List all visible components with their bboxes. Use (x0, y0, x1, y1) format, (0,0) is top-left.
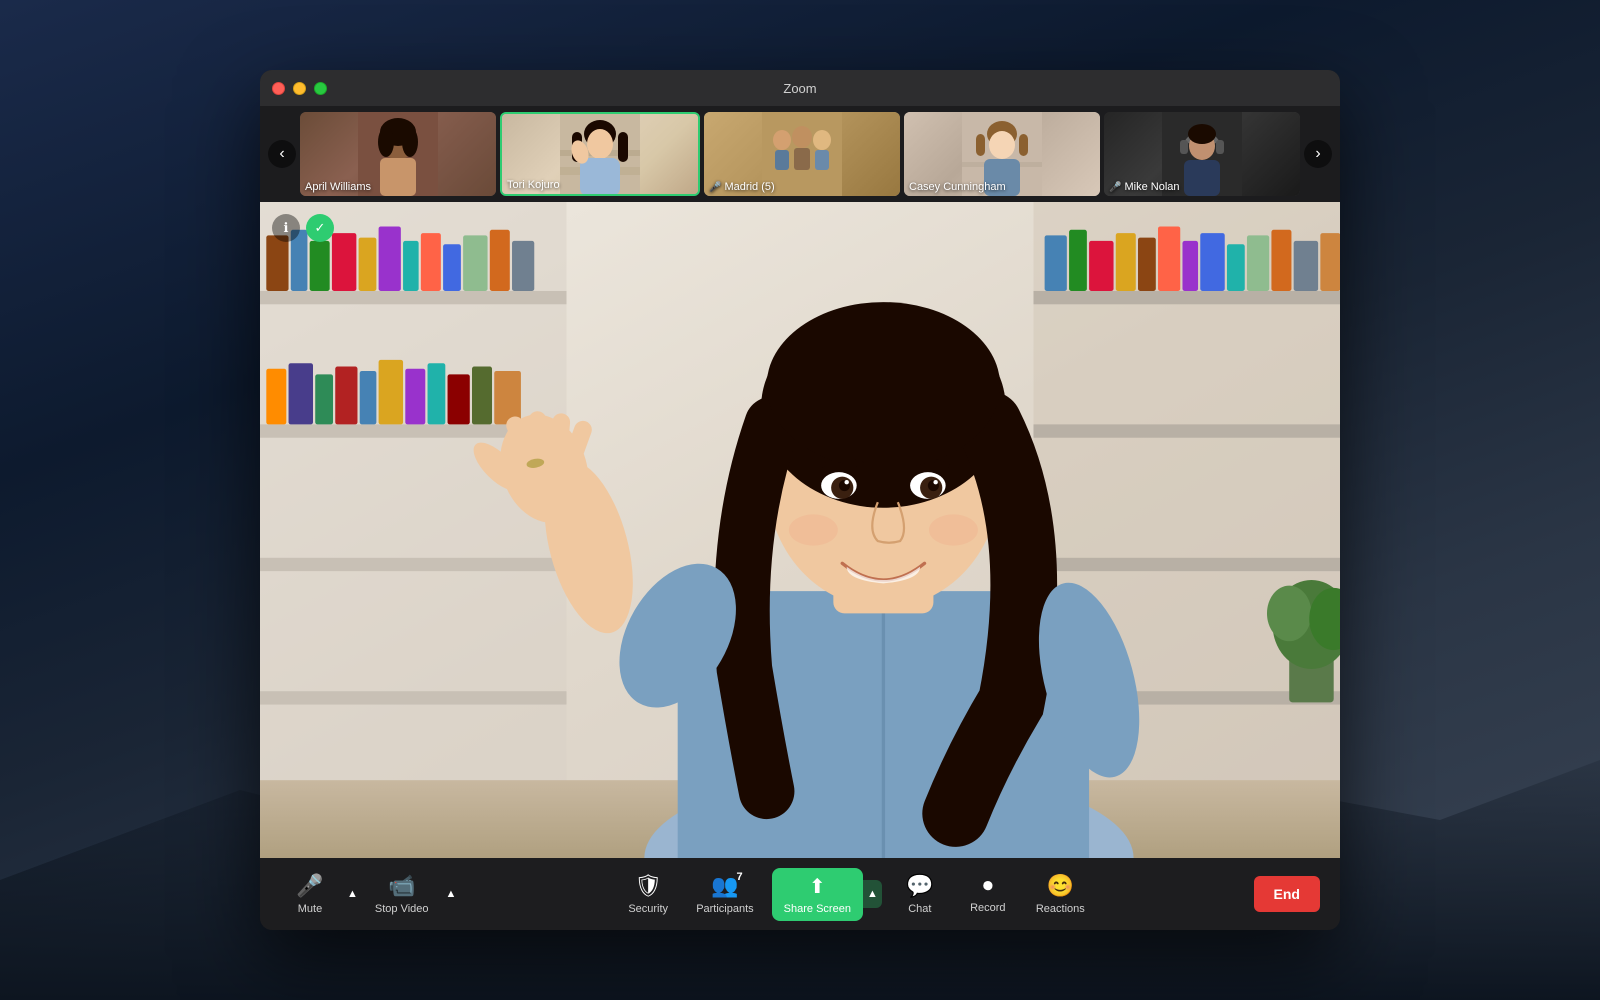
thumbnail-label-madrid: 🎤 Madrid (5) (709, 181, 775, 193)
chat-button[interactable]: 💬 Chat (890, 867, 950, 921)
video-icon: 📹 (388, 873, 415, 899)
stop-video-label: Stop Video (375, 903, 429, 915)
security-button[interactable]: 🛡 Security (618, 867, 678, 921)
thumbnail-label-tori: Tori Kojuro (507, 179, 560, 191)
next-nav-button[interactable]: › (1304, 140, 1332, 168)
maximize-button[interactable] (314, 82, 327, 95)
thumbnail-label-april: April Williams (305, 181, 371, 193)
main-video-area: ℹ ✓ (260, 202, 1340, 858)
thumbnail-casey-cunningham[interactable]: Casey Cunningham (904, 112, 1100, 196)
reactions-label: Reactions (1036, 903, 1085, 915)
thumbnail-strip: ‹ April (260, 106, 1340, 202)
mute-button[interactable]: 🎤 Mute (280, 867, 340, 921)
participants-button[interactable]: 👥7 Participants (686, 867, 763, 921)
reactions-icon: 😊 (1047, 873, 1074, 899)
close-button[interactable] (272, 82, 285, 95)
thumbnail-label-casey: Casey Cunningham (909, 181, 1006, 193)
bookshelf-background (260, 202, 1340, 858)
security-label: Security (628, 903, 668, 915)
share-screen-button[interactable]: ⬆ Share Screen (772, 868, 863, 921)
prev-nav-button[interactable]: ‹ (268, 140, 296, 168)
zoom-window: Zoom ‹ (260, 70, 1340, 930)
titlebar: Zoom (260, 70, 1340, 106)
thumbnail-mike-nolan[interactable]: 🎤 Mike Nolan (1104, 112, 1300, 196)
end-button[interactable]: End (1254, 876, 1320, 912)
record-button[interactable]: ⏺ Record (958, 869, 1018, 920)
record-icon: ⏺ (983, 875, 993, 898)
thumbnail-april-williams[interactable]: April Williams (300, 112, 496, 196)
toolbar-center: 🛡 Security 👥7 Participants ⬆ Share Scree… (459, 867, 1253, 921)
window-title: Zoom (783, 81, 816, 96)
mic-icon: 🎤 (296, 873, 323, 899)
share-screen-label: Share Screen (784, 903, 851, 915)
thumbnail-label-mike: 🎤 Mike Nolan (1109, 181, 1180, 193)
participants-count: 7 (737, 871, 743, 883)
mute-arrow-button[interactable]: ▲ (344, 882, 361, 906)
reactions-button[interactable]: 😊 Reactions (1026, 867, 1095, 921)
share-screen-group: ⬆ Share Screen ▲ (772, 868, 882, 921)
participants-label: Participants (696, 903, 753, 915)
shield-button[interactable]: ✓ (306, 214, 334, 242)
share-screen-arrow-button[interactable]: ▲ (863, 880, 882, 908)
room-svg (260, 202, 1340, 858)
mute-label: Mute (298, 903, 322, 915)
stop-video-button[interactable]: 📹 Stop Video (365, 867, 439, 921)
security-icon: 🛡 (634, 873, 662, 899)
video-arrow-button[interactable]: ▲ (443, 882, 460, 906)
record-label: Record (970, 902, 1005, 914)
toolbar: 🎤 Mute ▲ 📹 Stop Video ▲ 🛡 Security 👥7 (260, 858, 1340, 930)
share-screen-icon: ⬆ (809, 874, 826, 899)
toolbar-left: 🎤 Mute ▲ 📹 Stop Video ▲ (280, 867, 459, 921)
chat-icon: 💬 (906, 873, 933, 899)
chat-label: Chat (908, 903, 931, 915)
thumbnail-madrid[interactable]: 🎤 Madrid (5) (704, 112, 900, 196)
minimize-button[interactable] (293, 82, 306, 95)
tori-person-svg (560, 112, 640, 196)
toolbar-right: End (1254, 876, 1320, 912)
video-overlay-controls: ℹ ✓ (272, 214, 334, 242)
participants-icon: 👥7 (711, 873, 738, 899)
thumbnails-container: April Williams (300, 112, 1300, 196)
traffic-lights (272, 82, 327, 95)
info-button[interactable]: ℹ (272, 214, 300, 242)
thumbnail-tori-kojuro[interactable]: Tori Kojuro (500, 112, 700, 196)
